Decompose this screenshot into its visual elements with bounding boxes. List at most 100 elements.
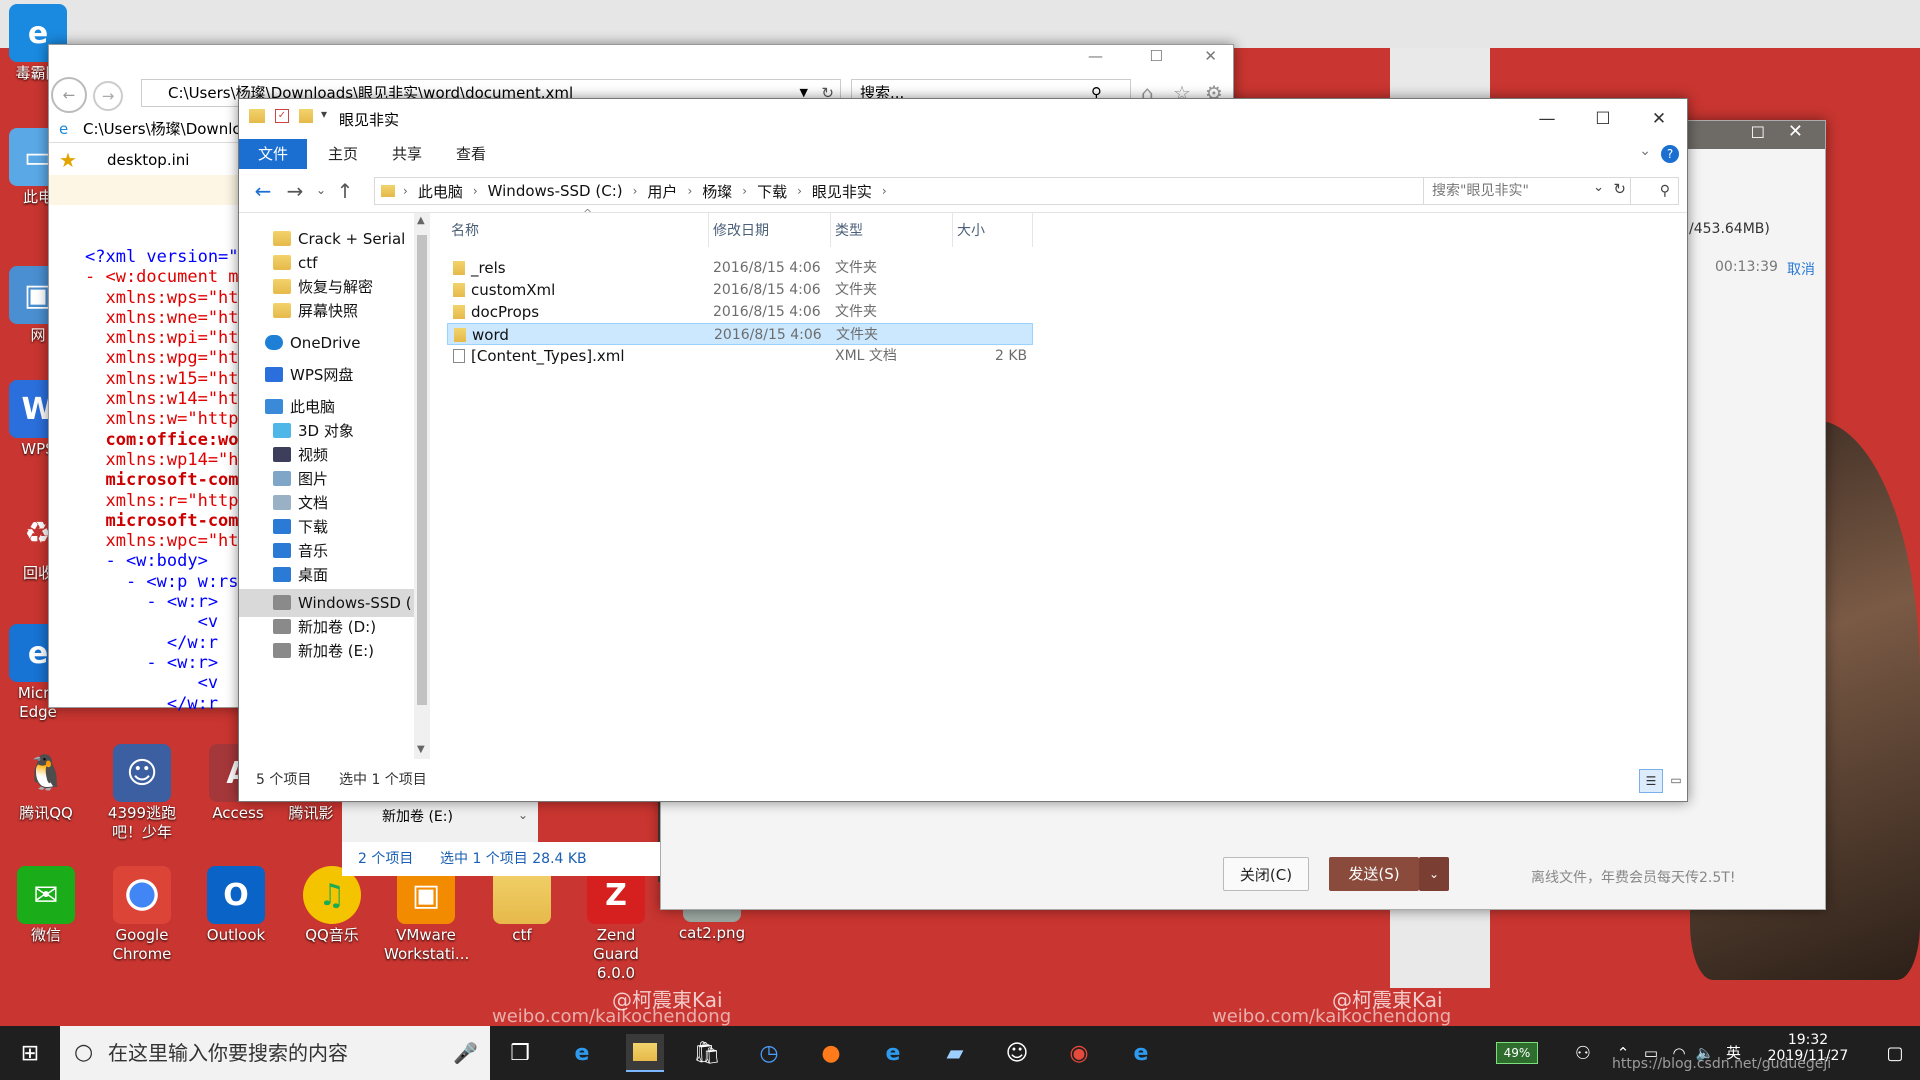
microphone-icon[interactable]: 🎤 (453, 1026, 478, 1080)
properties-check-icon[interactable]: ✓ (275, 109, 289, 123)
firefox-icon[interactable]: ● (812, 1034, 850, 1072)
desktop-icon-outlook[interactable]: O Outlook (194, 866, 278, 945)
file-name: _rels (471, 259, 506, 277)
sidebar-item[interactable]: WPS网盘 (239, 361, 419, 389)
send-options-chevron-icon[interactable]: ⌄ (1419, 857, 1449, 891)
3d-icon (273, 423, 291, 438)
breadcrumb-users[interactable]: 用户 (637, 181, 687, 202)
column-name[interactable]: 名称 (447, 213, 709, 247)
ie-tab[interactable]: e C:\Users\杨璨\Downlc (49, 115, 249, 143)
scrollbar-thumb[interactable] (417, 235, 427, 705)
forward-arrow-icon[interactable]: → (281, 179, 309, 203)
back-arrow-icon[interactable]: ← (249, 179, 277, 203)
sidebar-item[interactable]: OneDrive (239, 329, 419, 357)
scroll-down-icon[interactable]: ▼ (417, 744, 425, 755)
sidebar-item[interactable]: 新加卷 (E:) (239, 637, 419, 665)
send-button[interactable]: 发送(S) (1329, 857, 1419, 891)
transfer-cancel-link[interactable]: 取消 (1787, 259, 1815, 279)
task-view-icon[interactable]: ❒ (501, 1034, 539, 1072)
search-icon[interactable]: ⚲ (1660, 178, 1670, 204)
tab-share[interactable]: 共享 (379, 139, 435, 169)
store-icon[interactable]: 🛍 (688, 1034, 726, 1072)
tab-view[interactable]: 查看 (443, 139, 499, 169)
breadcrumb-downloads[interactable]: 下载 (747, 181, 797, 202)
desktop-icon-4399[interactable]: ☺ 4399逃跑 吧！少年 (100, 744, 184, 842)
drive-icon (273, 595, 291, 610)
favorite-item[interactable]: desktop.ini (107, 151, 189, 169)
back-icon[interactable]: ← (51, 77, 87, 113)
qq-taskbar-icon[interactable]: ☺ (998, 1034, 1036, 1072)
file-row[interactable]: docProps 2016/8/15 4:06 文件夹 (447, 301, 1033, 323)
notifications-icon[interactable]: ▢ (1876, 1034, 1914, 1072)
nav-scrollbar[interactable]: ▲ ▼ (414, 213, 430, 759)
ie-taskbar-icon-2[interactable]: e (1122, 1034, 1160, 1072)
desktop-icon-vmware[interactable]: ▣ VMware Workstati... (384, 866, 469, 964)
breadcrumb-c-drive[interactable]: Windows-SSD (C:) (478, 182, 633, 200)
scroll-up-icon[interactable]: ▲ (417, 215, 425, 226)
minimize-icon[interactable]: — (1088, 47, 1103, 65)
close-icon[interactable]: ✕ (1788, 121, 1803, 142)
selection-count: 选中 1 个项目 (339, 772, 427, 788)
game-icon: ☺ (113, 744, 171, 802)
minimize-icon[interactable]: — (1519, 99, 1575, 139)
maximize-icon[interactable]: ☐ (1751, 123, 1765, 142)
sidebar-item[interactable]: 桌面 (239, 561, 419, 589)
column-type[interactable]: 类型 (831, 213, 953, 247)
ie-taskbar-icon[interactable]: e (874, 1034, 912, 1072)
desktop-icon-qqmusic[interactable]: ♫ QQ音乐 (290, 866, 374, 945)
file-row[interactable]: _rels 2016/8/15 4:06 文件夹 (447, 257, 1033, 279)
column-size[interactable]: 大小 (953, 213, 1033, 247)
large-icons-view-icon[interactable]: ▭ (1665, 769, 1687, 793)
weibo-watermark-url-2: weibo.com/kaikochendong (1212, 1006, 1452, 1027)
sort-ascending-icon: ^ (583, 207, 593, 220)
people-icon[interactable]: ⚇ (1564, 1034, 1602, 1072)
desktop-icon-ctf[interactable]: ctf (480, 866, 564, 945)
tab-file[interactable]: 文件 (239, 139, 307, 169)
file-row[interactable]: [Content_Types].xml XML 文档 2 KB (447, 345, 1033, 367)
wps-cloud-icon (265, 367, 283, 382)
desktop-icon (273, 567, 291, 582)
file-explorer-window: ✓ ▾ 眼见非实 — ☐ ✕ 文件 主页 共享 查看 ⌄ ? ← → ⌄ ↑ ›… (238, 98, 1688, 802)
notes-icon[interactable]: ▰ (936, 1034, 974, 1072)
sidebar-item-label: 下载 (298, 518, 329, 536)
chrome-taskbar-icon[interactable]: ◉ (1060, 1034, 1098, 1072)
battery-indicator[interactable]: 49% (1496, 1042, 1538, 1064)
item-count: 5 个项目 (256, 772, 312, 788)
clock-app-icon[interactable]: ◷ (750, 1034, 788, 1072)
desktop-icon-wechat[interactable]: ✉ 微信 (4, 866, 88, 945)
breadcrumb-current[interactable]: 眼见非实 (802, 181, 882, 202)
new-folder-icon[interactable] (299, 109, 313, 123)
documents-icon (273, 495, 291, 510)
search-input[interactable]: 搜索"眼见非实" ⚲ (1423, 177, 1679, 205)
details-view-icon[interactable]: ☰ (1639, 769, 1663, 793)
taskbar-search-box[interactable]: ○ 在这里输入你要搜索的内容 🎤 (60, 1026, 490, 1080)
up-arrow-icon[interactable]: ↑ (331, 179, 359, 203)
ribbon-expand-chevron-icon[interactable]: ⌄ (1639, 143, 1651, 159)
desktop-icon-chrome[interactable]: Google Chrome (100, 866, 184, 964)
file-explorer-taskbar-icon[interactable] (626, 1034, 664, 1072)
forward-icon[interactable]: → (93, 81, 123, 111)
folder-icon (453, 305, 465, 319)
file-row[interactable]: word 2016/8/15 4:06 文件夹 (447, 323, 1033, 345)
column-date[interactable]: 修改日期 (709, 213, 831, 247)
close-button[interactable]: 关闭(C) (1223, 857, 1309, 891)
desktop-icon-zend[interactable]: Z Zend Guard 6.0.0 (574, 866, 658, 983)
quick-access-dropdown-icon[interactable]: ▾ (321, 107, 327, 121)
start-windows-icon[interactable]: ⊞ (11, 1034, 49, 1072)
maximize-icon[interactable]: ☐ (1150, 47, 1163, 65)
close-icon[interactable]: ✕ (1204, 47, 1217, 65)
favorites-star-icon[interactable]: ★ (59, 145, 77, 175)
sidebar-item[interactable]: 屏幕快照 (239, 297, 419, 325)
help-icon[interactable]: ? (1661, 145, 1679, 163)
sidebar-item-label: Crack + Serial (298, 230, 406, 248)
breadcrumb-user[interactable]: 杨璨 (692, 181, 742, 202)
breadcrumb-this-pc[interactable]: 此电脑 (408, 181, 473, 202)
edge-taskbar-icon[interactable]: e (563, 1034, 601, 1072)
file-row[interactable]: customXml 2016/8/15 4:06 文件夹 (447, 279, 1033, 301)
desktop-icon-qq[interactable]: 🐧 腾讯QQ (4, 744, 88, 823)
tab-home[interactable]: 主页 (315, 139, 371, 169)
close-icon[interactable]: ✕ (1631, 99, 1687, 139)
maximize-icon[interactable]: ☐ (1575, 99, 1631, 139)
chevron-down-icon[interactable]: ⌄ (518, 808, 528, 822)
file-date: 2016/8/15 4:06 (713, 304, 821, 320)
